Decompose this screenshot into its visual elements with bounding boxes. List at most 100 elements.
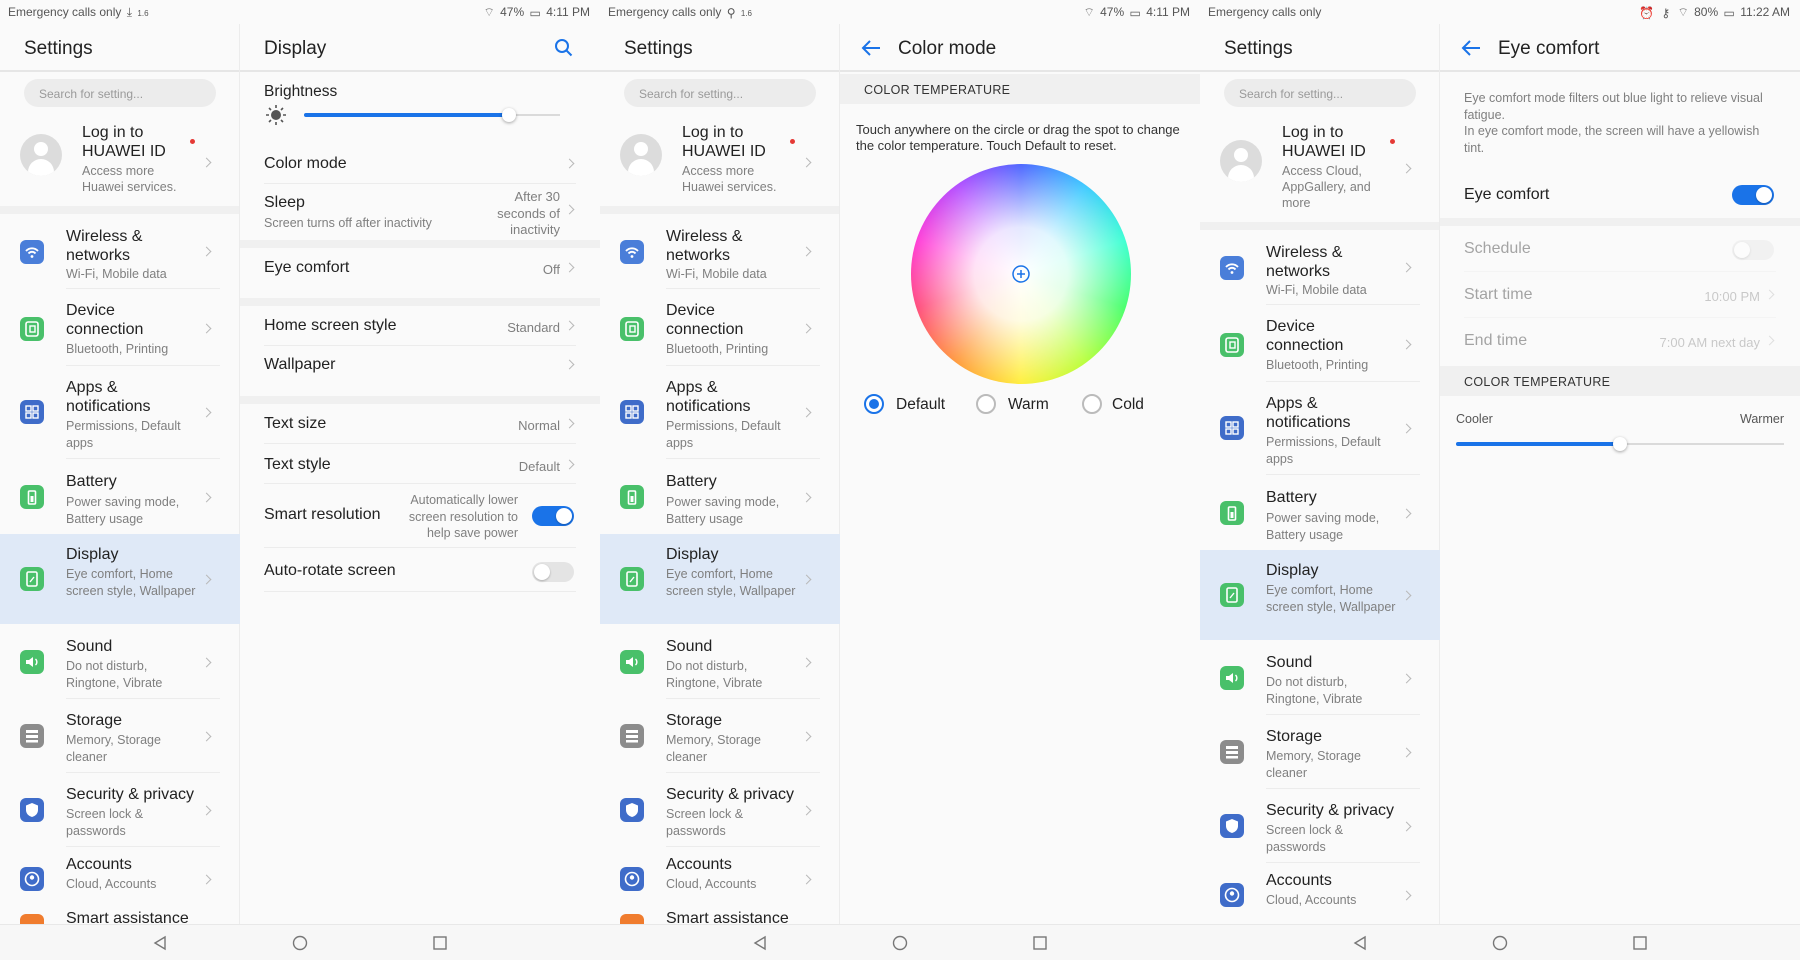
home-circle-icon[interactable] xyxy=(892,935,908,951)
page-title: Settings xyxy=(1224,38,1293,59)
sidebar-item-apps[interactable]: Apps & notifications Permissions, Defaul… xyxy=(1200,382,1440,475)
settings-header: Settings xyxy=(0,24,239,72)
back-triangle-icon[interactable] xyxy=(752,935,768,951)
back-triangle-icon[interactable] xyxy=(152,935,168,951)
alarm-status-icon: ⏰ xyxy=(1639,5,1655,20)
sidebar-item-accounts[interactable]: Accounts Cloud, Accounts xyxy=(0,847,240,911)
search-input[interactable]: Search for setting... xyxy=(624,79,816,107)
sidebar-item-security[interactable]: Security & privacy Screen lock & passwor… xyxy=(0,773,240,847)
radio-default-label: Default xyxy=(896,396,946,413)
wallpaper-row[interactable]: Wallpaper xyxy=(240,346,600,386)
sidebar-item-battery[interactable]: Battery Power saving mode, Battery usage xyxy=(1200,475,1440,550)
brightness-icon xyxy=(266,105,286,125)
sidebar-item-label: Apps & notifications xyxy=(66,379,151,415)
eye-comfort-row[interactable]: Eye comfort Off xyxy=(240,248,600,288)
sidebar-item-sub: Permissions, Default apps xyxy=(1266,435,1381,466)
chevron-right-icon xyxy=(1401,747,1412,758)
sidebar-item-battery[interactable]: Battery Power saving mode, Battery usage xyxy=(0,459,240,534)
sidebar-item-security[interactable]: Security & privacy Screen lock & passwor… xyxy=(1200,789,1440,863)
recents-square-icon[interactable] xyxy=(432,935,448,951)
status-bar: Emergency calls only ⤓ 1.6 ⌔ 47% ▭ 4:11 … xyxy=(0,0,600,24)
sidebar-item-apps[interactable]: Apps & notifications Permissions, Defaul… xyxy=(0,366,240,459)
sidebar-item-display[interactable]: Display Eye comfort, Home screen style, … xyxy=(0,534,240,624)
sidebar-item-wireless[interactable]: Wireless & networks Wi-Fi, Mobile data xyxy=(1200,230,1440,305)
auto-rotate-toggle[interactable] xyxy=(532,562,574,582)
notification-dot xyxy=(790,139,795,144)
wallpaper-label: Wallpaper xyxy=(264,356,336,373)
temperature-slider-thumb[interactable] xyxy=(1613,437,1627,451)
sidebar-item-label: Accounts xyxy=(666,856,732,873)
storage-icon xyxy=(1220,740,1244,764)
radio-warm[interactable] xyxy=(976,394,996,414)
sidebar-item-battery[interactable]: Battery Power saving mode, Battery usage xyxy=(600,459,840,534)
sidebar-item-device-connection[interactable]: Device connection Bluetooth, Printing xyxy=(0,289,240,366)
sidebar-item-security[interactable]: Security & privacy Screen lock & passwor… xyxy=(600,773,840,847)
search-input[interactable]: Search for setting... xyxy=(24,79,216,107)
home-circle-icon[interactable] xyxy=(1492,935,1508,951)
sidebar-item-sound[interactable]: Sound Do not disturb, Ringtone, Vibrate xyxy=(0,624,240,699)
sidebar-item-wireless[interactable]: Wireless & networks Wi-Fi, Mobile data xyxy=(0,214,240,289)
start-time-row[interactable]: Start time 10:00 PM xyxy=(1440,272,1800,318)
back-arrow-icon[interactable] xyxy=(1460,38,1482,58)
sidebar-item-sub: Memory, Storage cleaner xyxy=(1266,749,1361,780)
back-arrow-icon[interactable] xyxy=(860,38,882,58)
brightness-slider-thumb[interactable] xyxy=(501,108,516,122)
text-size-row[interactable]: Text size Normal xyxy=(240,404,600,444)
sidebar-item-smart-assistance[interactable]: Smart assistance xyxy=(600,911,840,924)
text-style-row[interactable]: Text style Default xyxy=(240,444,600,484)
color-wheel[interactable] xyxy=(911,164,1131,384)
sidebar-item-label: Sound xyxy=(1266,654,1313,671)
sidebar-item-label: Smart assistance xyxy=(666,911,789,924)
status-speed: 1.6 xyxy=(137,9,149,18)
sidebar-item-device-connection[interactable]: Device connection Bluetooth, Printing xyxy=(1200,305,1440,382)
radio-default[interactable] xyxy=(864,394,884,414)
sleep-row[interactable]: Sleep Screen turns off after inactivity … xyxy=(240,184,600,240)
sidebar-item-storage[interactable]: Storage Memory, Storage cleaner xyxy=(0,699,240,773)
huawei-id-account[interactable]: Log in to HUAWEI ID Access more Huawei s… xyxy=(600,114,840,206)
brightness-row: Brightness xyxy=(240,74,600,144)
smart-resolution-toggle[interactable] xyxy=(532,506,574,526)
sidebar-item-display[interactable]: Display Eye comfort, Home screen style, … xyxy=(600,534,840,624)
sidebar-item-wireless[interactable]: Wireless & networks Wi-Fi, Mobile data xyxy=(600,214,840,289)
search-icon[interactable] xyxy=(554,38,574,58)
sidebar-item-sub: Do not disturb, Ringtone, Vibrate xyxy=(1266,675,1363,706)
huawei-id-account[interactable]: Log in to HUAWEI ID Access more Huawei s… xyxy=(0,114,240,206)
screen-color-mode: Emergency calls only ⚲ 1.6 ⌔ 47% ▭ 4:11 … xyxy=(600,0,1200,960)
smart-resolution-row: Smart resolution Automatically lower scr… xyxy=(240,484,600,548)
sidebar-item-accounts[interactable]: Accounts Cloud, Accounts xyxy=(600,847,840,911)
eye-comfort-toggle[interactable] xyxy=(1732,185,1774,205)
huawei-id-account[interactable]: Log in to HUAWEI ID Access Cloud, AppGal… xyxy=(1200,114,1440,222)
color-picker-spot[interactable] xyxy=(1012,265,1030,283)
sidebar-item-device-connection[interactable]: Device connection Bluetooth, Printing xyxy=(600,289,840,366)
radio-cold[interactable] xyxy=(1082,394,1102,414)
sidebar-item-label: Display xyxy=(666,546,719,563)
sidebar-item-storage[interactable]: Storage Memory, Storage cleaner xyxy=(1200,715,1440,789)
eye-comfort-label: Eye comfort xyxy=(264,259,350,276)
panel-title: Eye comfort xyxy=(1498,38,1600,59)
search-input[interactable]: Search for setting... xyxy=(1224,79,1416,107)
chevron-right-icon xyxy=(564,204,575,215)
sidebar-item-sound[interactable]: Sound Do not disturb, Ringtone, Vibrate xyxy=(1200,640,1440,715)
home-screen-style-row[interactable]: Home screen style Standard xyxy=(240,306,600,346)
display-header: Display xyxy=(240,24,600,72)
settings-sidebar: Settings Search for setting... Log in to… xyxy=(0,24,240,924)
accounts-icon xyxy=(20,867,44,891)
end-time-row[interactable]: End time 7:00 AM next day xyxy=(1440,318,1800,364)
sidebar-item-storage[interactable]: Storage Memory, Storage cleaner xyxy=(600,699,840,773)
chevron-right-icon xyxy=(1401,508,1412,519)
home-circle-icon[interactable] xyxy=(292,935,308,951)
recents-square-icon[interactable] xyxy=(1632,935,1648,951)
recents-square-icon[interactable] xyxy=(1032,935,1048,951)
schedule-toggle[interactable] xyxy=(1732,240,1774,260)
back-triangle-icon[interactable] xyxy=(1352,935,1368,951)
sidebar-item-display[interactable]: Display Eye comfort, Home screen style, … xyxy=(1200,550,1440,640)
chevron-right-icon xyxy=(1401,890,1412,901)
color-mode-row[interactable]: Color mode xyxy=(240,144,600,184)
sidebar-item-apps[interactable]: Apps & notifications Permissions, Defaul… xyxy=(600,366,840,459)
screen-display-settings: Emergency calls only ⤓ 1.6 ⌔ 47% ▭ 4:11 … xyxy=(0,0,600,960)
sidebar-item-sound[interactable]: Sound Do not disturb, Ringtone, Vibrate xyxy=(600,624,840,699)
sidebar-item-accounts[interactable]: Accounts Cloud, Accounts xyxy=(1200,863,1440,924)
storage-icon xyxy=(20,724,44,748)
divider xyxy=(240,298,600,306)
sidebar-item-smart-assistance[interactable]: Smart assistance xyxy=(0,911,240,924)
